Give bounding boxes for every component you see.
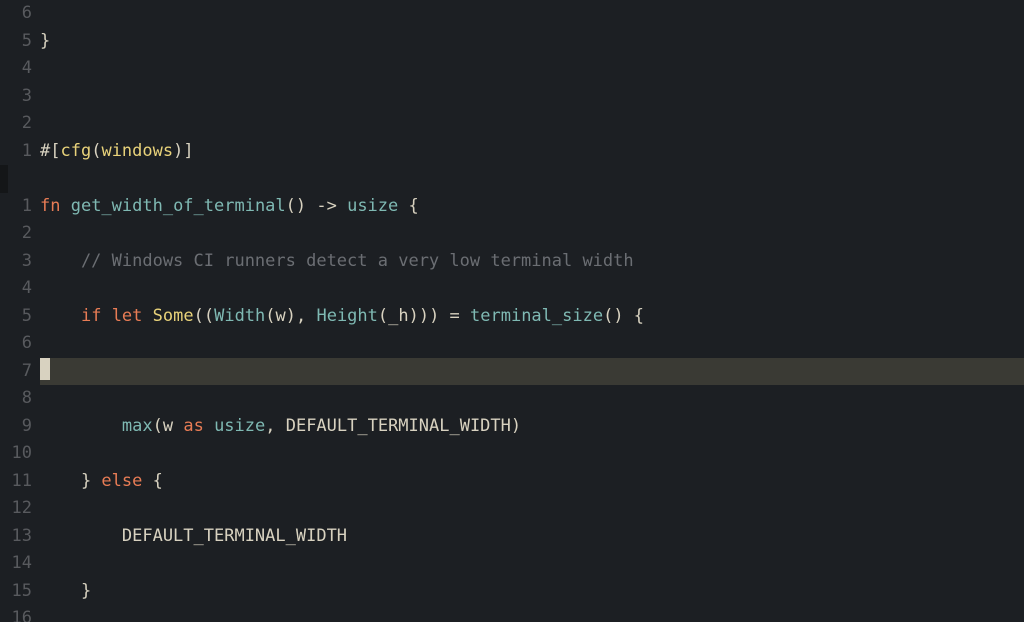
line-number: 7 (0, 358, 32, 386)
line-number: 3 (0, 83, 32, 111)
code-line-current (40, 358, 1024, 386)
code-line: } (40, 578, 1024, 606)
line-number: 5 (0, 303, 32, 331)
line-number: 1 (0, 138, 32, 166)
editor-window: 6 5 4 3 2 1 39 1 2 3 4 5 6 7 8 9 10 11 1… (0, 0, 1024, 622)
code-line: max(w as usize, DEFAULT_TERMINAL_WIDTH) (40, 413, 1024, 441)
code-line: } (40, 28, 1024, 56)
line-number: 16 (0, 605, 32, 622)
line-number: 10 (0, 440, 32, 468)
cursor (40, 358, 50, 380)
code-line: if let Some((Width(w), Height(_h))) = te… (40, 303, 1024, 331)
line-number: 2 (0, 110, 32, 138)
line-number: 9 (0, 413, 32, 441)
line-number: 15 (0, 578, 32, 606)
code-area[interactable]: 6 5 4 3 2 1 39 1 2 3 4 5 6 7 8 9 10 11 1… (0, 0, 1024, 622)
line-number: 4 (0, 275, 32, 303)
line-number: 11 (0, 468, 32, 496)
code-line: } else { (40, 468, 1024, 496)
line-number: 5 (0, 28, 32, 56)
line-number: 13 (0, 523, 32, 551)
line-number: 4 (0, 55, 32, 83)
line-number: 6 (0, 0, 32, 28)
code-line: // Windows CI runners detect a very low … (40, 248, 1024, 276)
code-content[interactable]: } #[cfg(windows)] fn get_width_of_termin… (40, 0, 1024, 622)
code-line: DEFAULT_TERMINAL_WIDTH (40, 523, 1024, 551)
line-number-current: 39 (0, 165, 8, 193)
line-number: 14 (0, 550, 32, 578)
line-number: 6 (0, 330, 32, 358)
line-number-gutter: 6 5 4 3 2 1 39 1 2 3 4 5 6 7 8 9 10 11 1… (0, 0, 40, 622)
line-number: 8 (0, 385, 32, 413)
line-number: 1 (0, 193, 32, 221)
line-number: 3 (0, 248, 32, 276)
code-line (40, 83, 1024, 111)
line-number: 12 (0, 495, 32, 523)
line-number: 2 (0, 220, 32, 248)
code-line: #[cfg(windows)] (40, 138, 1024, 166)
code-line: fn get_width_of_terminal() -> usize { (40, 193, 1024, 221)
